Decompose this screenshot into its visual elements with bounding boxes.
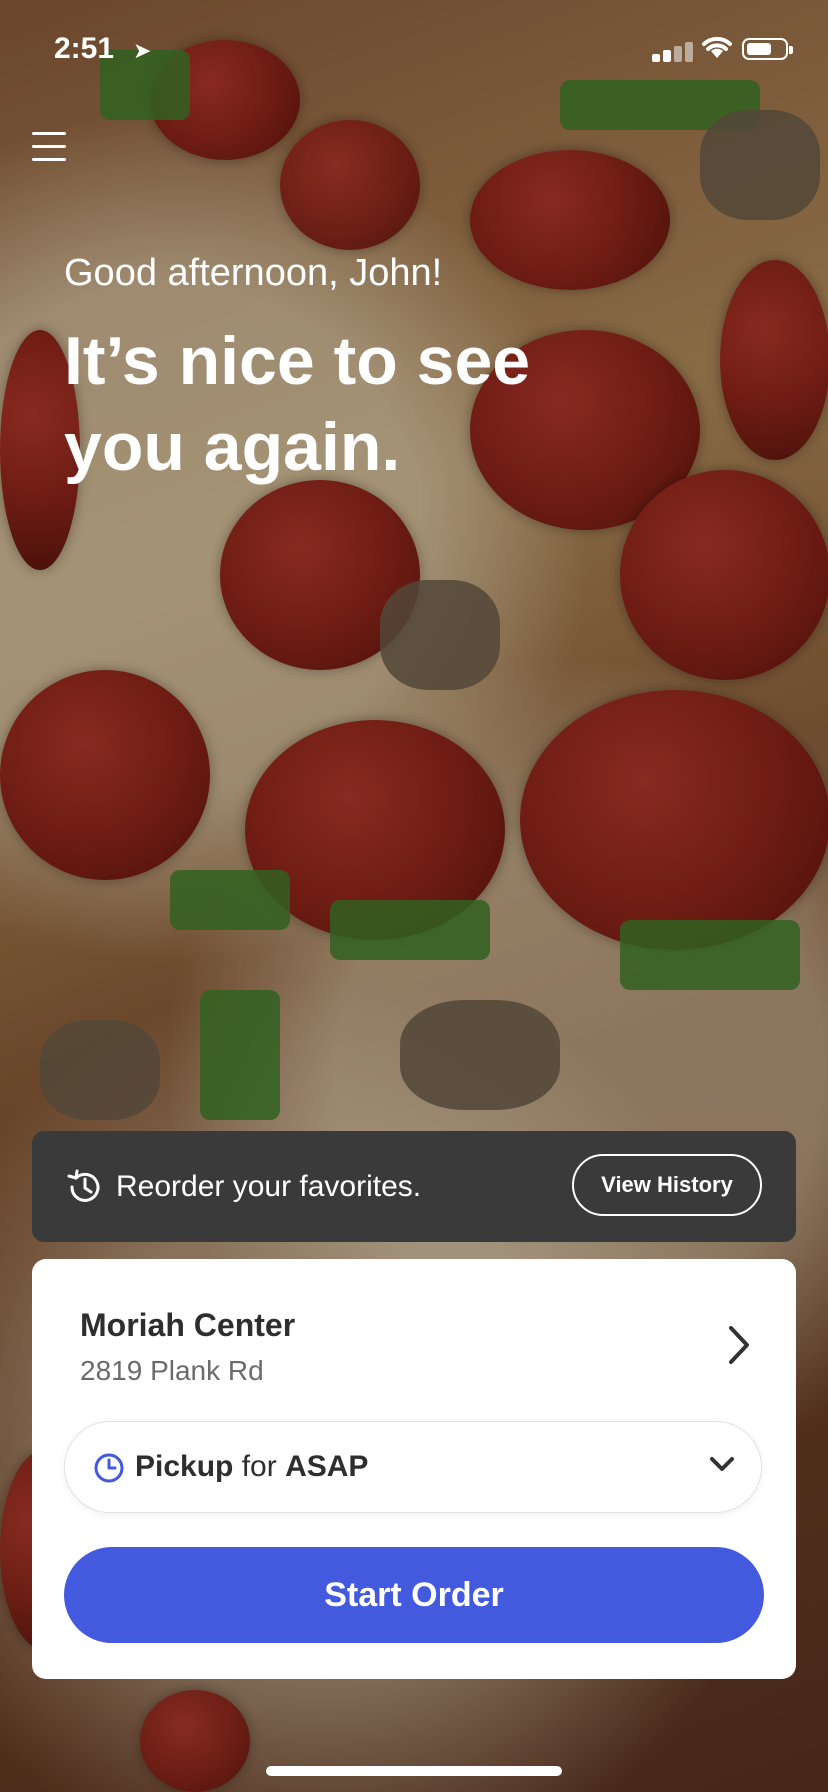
battery-icon: [742, 38, 793, 60]
pickup-mode: Pickup: [135, 1450, 234, 1483]
order-card: Moriah Center 2819 Plank Rd Pickup for A…: [32, 1259, 796, 1679]
home-indicator[interactable]: [266, 1766, 562, 1776]
pickup-time: ASAP: [285, 1450, 369, 1483]
view-history-button[interactable]: View History: [572, 1154, 762, 1216]
start-order-button[interactable]: Start Order: [64, 1547, 764, 1643]
chevron-down-icon: [710, 1457, 734, 1471]
cellular-signal-icon: [652, 40, 698, 62]
reorder-favorites-bar: Reorder your favorites. View History: [32, 1131, 796, 1242]
status-time: 2:51: [54, 32, 115, 65]
history-icon: [67, 1169, 100, 1202]
store-name: Moriah Center: [80, 1307, 296, 1343]
hamburger-menu-icon[interactable]: [32, 132, 66, 164]
pickup-connector: for: [241, 1450, 277, 1483]
pickup-time-dropdown[interactable]: Pickup for ASAP: [64, 1421, 762, 1513]
greeting-text: Good afternoon, John!: [64, 252, 443, 294]
chevron-right-icon[interactable]: [728, 1325, 750, 1365]
clock-icon: [94, 1453, 124, 1483]
status-bar: 2:51 ➤: [0, 0, 828, 100]
welcome-headline: It’s nice to see you again.: [64, 323, 531, 485]
pickup-summary: Pickup for ASAP: [135, 1450, 368, 1484]
store-address: 2819 Plank Rd: [80, 1355, 264, 1386]
reorder-label: Reorder your favorites.: [116, 1170, 422, 1203]
location-arrow-icon: ➤: [133, 38, 152, 63]
wifi-icon: [702, 36, 732, 58]
